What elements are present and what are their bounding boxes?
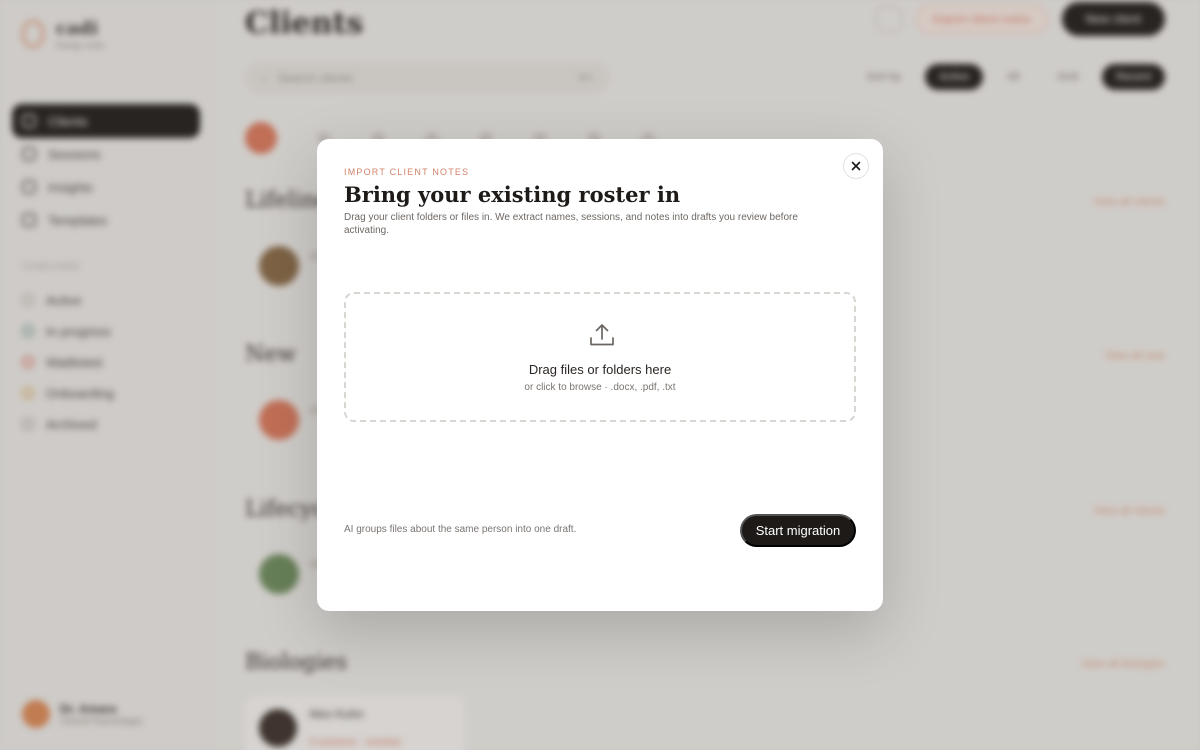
close-icon [851, 161, 861, 171]
modal-description: Drag your client folders or files in. We… [344, 212, 798, 236]
dropzone-subtitle: or click to browse · .docx, .pdf, .txt [524, 382, 676, 393]
modal-eyebrow: IMPORT CLIENT NOTES [344, 167, 470, 177]
modal-title: Bring your existing roster in [344, 182, 681, 207]
dropzone-title: Drag files or folders here [528, 362, 672, 377]
import-modal: IMPORT CLIENT NOTES Bring your existing … [317, 139, 883, 611]
modal-footnote: AI groups files about the same person in… [344, 524, 577, 535]
start-migration-button[interactable]: Start migration [740, 514, 856, 547]
upload-icon [590, 324, 614, 346]
close-button[interactable] [843, 153, 869, 179]
file-dropzone[interactable]: Drag files or folders here or click to b… [344, 292, 856, 422]
